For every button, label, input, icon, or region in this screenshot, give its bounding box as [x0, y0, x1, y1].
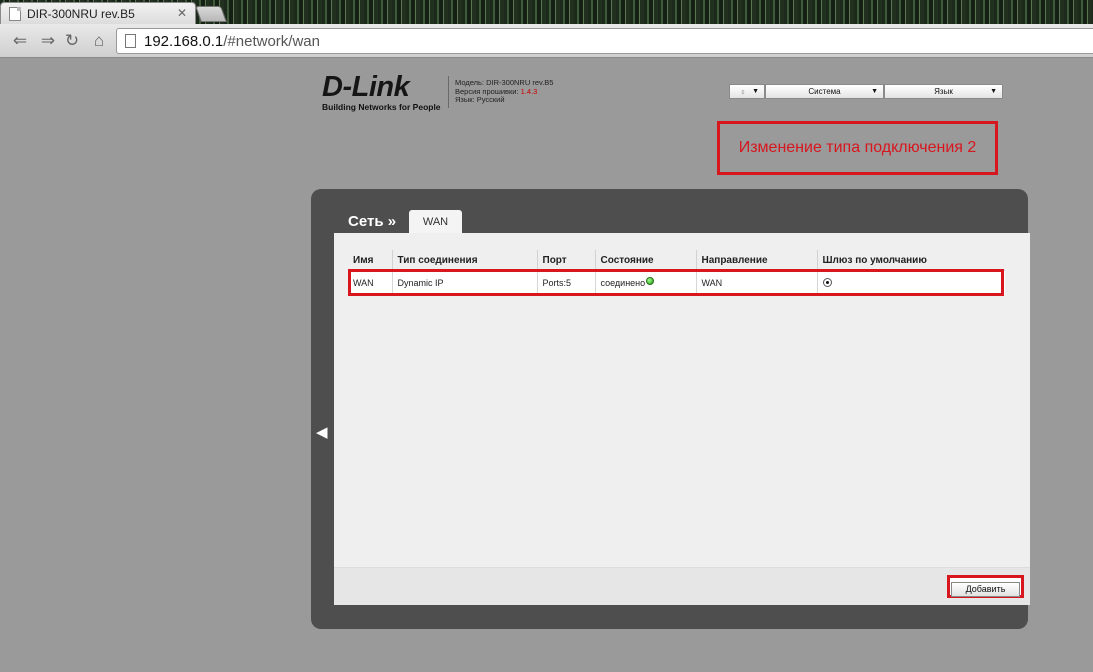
- logo-divider: [448, 76, 449, 108]
- help-menu[interactable]: ♀ ▼: [729, 84, 765, 99]
- content-area: Имя Тип соединения Порт Состояние Направ…: [334, 233, 1030, 605]
- home-icon[interactable]: ⌂: [89, 31, 109, 51]
- column-header[interactable]: Тип соединения: [391, 250, 537, 271]
- browser-tab[interactable]: DIR-300NRU rev.B5 ✕: [0, 2, 196, 24]
- page-icon: [125, 34, 136, 48]
- cell-port: Ports:5: [536, 270, 595, 295]
- dlink-logo: D-Link Building Networks for People: [322, 71, 441, 114]
- cell-state: соединено: [594, 270, 696, 295]
- cell-name: WAN: [353, 277, 374, 288]
- add-button[interactable]: Добавить: [951, 582, 1020, 597]
- column-header[interactable]: Состояние: [594, 250, 696, 271]
- column-header[interactable]: Шлюз по умолчанию: [816, 250, 1005, 271]
- chevron-down-icon: ▼: [752, 88, 759, 95]
- default-gateway-radio[interactable]: [822, 277, 832, 287]
- status-connected-icon: [646, 277, 655, 286]
- system-menu-label: Система: [808, 87, 841, 96]
- reload-icon[interactable]: ↻: [62, 31, 82, 51]
- annotation-callout: Изменение типа подключения 2: [717, 121, 998, 175]
- browser-tab-title: DIR-300NRU rev.B5: [27, 6, 135, 21]
- browser-tabstrip: DIR-300NRU rev.B5 ✕: [0, 0, 1093, 24]
- breadcrumb[interactable]: Сеть »: [348, 213, 396, 230]
- content-footer: [334, 567, 1030, 605]
- cell-direction: WAN: [695, 270, 817, 295]
- chevron-down-icon: ▼: [871, 88, 878, 95]
- firmware-version: 1.4.3: [520, 86, 538, 96]
- main-panel: Сеть » WAN ◀ Имя Тип соединения Порт Сос…: [311, 189, 1030, 629]
- url-host: 192.168.0.1: [144, 32, 224, 50]
- logo-tagline: Building Networks for People: [322, 102, 441, 112]
- forward-icon[interactable]: ⇒: [38, 31, 58, 51]
- annotation-text: Изменение типа подключения 2: [738, 139, 977, 156]
- back-icon[interactable]: ⇐: [10, 31, 30, 51]
- top-controls: ♀ ▼ Система ▼ Язык ▼: [729, 84, 1003, 99]
- lightbulb-icon: ♀: [739, 86, 747, 97]
- collapse-arrow-icon[interactable]: ◀: [316, 425, 330, 441]
- cell-default-gateway: [816, 270, 1005, 295]
- tab-wan[interactable]: WAN: [409, 210, 462, 234]
- page-favicon-icon: [9, 6, 21, 21]
- cell-type: Dynamic IP: [391, 270, 537, 295]
- table-row[interactable]: WAN Dynamic IP Ports:5 соединено WAN: [348, 270, 1005, 295]
- add-button-highlight: Добавить: [947, 575, 1024, 598]
- column-header[interactable]: Имя: [348, 250, 392, 271]
- language-menu[interactable]: Язык ▼: [884, 84, 1003, 99]
- language-line: Язык: Русский: [455, 95, 505, 104]
- browser-toolbar: ⇐ ⇒ ↻ ⌂ 192.168.0.1/#network/wan: [0, 24, 1093, 58]
- state-text: соединено: [600, 278, 646, 289]
- column-header[interactable]: Направление: [695, 250, 817, 271]
- connections-table: Имя Тип соединения Порт Состояние Направ…: [348, 250, 1005, 295]
- url-path: /#network/wan: [223, 32, 320, 50]
- close-icon[interactable]: ✕: [177, 6, 187, 20]
- chevron-down-icon: ▼: [990, 88, 997, 95]
- column-header[interactable]: Порт: [536, 250, 595, 271]
- language-menu-label: Язык: [934, 87, 953, 96]
- device-info: Модель: DIR-300NRU rev.B5 Версия прошивк…: [455, 78, 553, 105]
- new-tab-button[interactable]: [195, 6, 227, 22]
- address-bar[interactable]: 192.168.0.1/#network/wan: [116, 28, 1093, 54]
- system-menu[interactable]: Система ▼: [765, 84, 884, 99]
- logo-text: D-Link: [322, 71, 410, 103]
